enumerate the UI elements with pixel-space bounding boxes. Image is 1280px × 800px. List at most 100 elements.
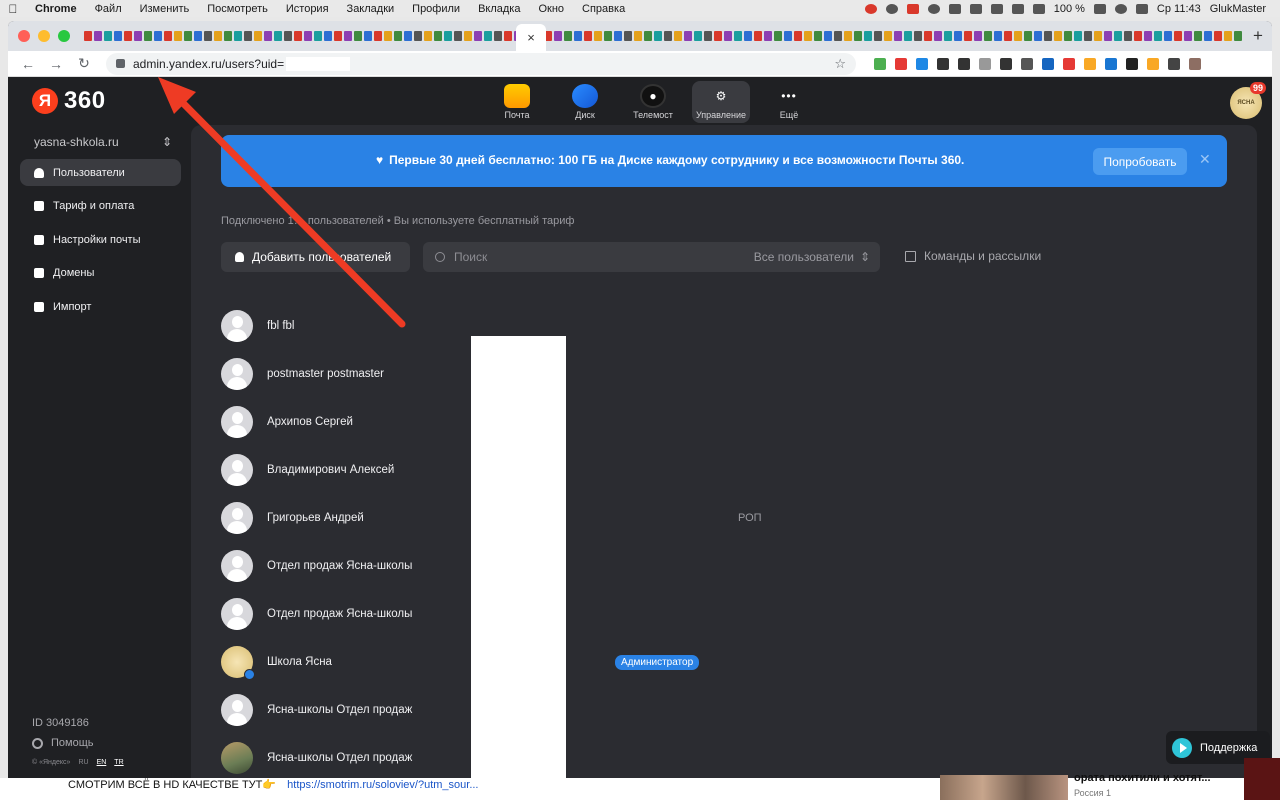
sidebar-item-mail-settings[interactable]: Настройки почты (20, 226, 181, 253)
pinned-tab-favicon[interactable] (654, 31, 662, 41)
pinned-tab-favicon[interactable] (364, 31, 372, 41)
pinned-tab-favicon[interactable] (884, 31, 892, 41)
extension-icon[interactable] (1063, 57, 1075, 70)
pinned-tab-favicon[interactable] (1214, 31, 1222, 41)
extension-icon[interactable] (1126, 57, 1138, 70)
back-icon[interactable]: ← (16, 56, 40, 72)
pinned-tab-favicon[interactable] (734, 31, 742, 41)
extension-icon[interactable] (1189, 57, 1201, 70)
pinned-tab-favicon[interactable] (784, 31, 792, 41)
pinned-tab-favicon[interactable] (234, 31, 242, 41)
code-icon[interactable] (990, 3, 1003, 14)
news-thumbnail[interactable] (940, 775, 1068, 800)
pinned-tab-favicon[interactable] (324, 31, 332, 41)
pinned-tab-favicon[interactable] (1054, 31, 1062, 41)
account-avatar[interactable]: ЯСНА 99 (1230, 82, 1266, 119)
pinned-tab-favicon[interactable] (164, 31, 172, 41)
pinned-tab-favicon[interactable] (634, 31, 642, 41)
menu-file[interactable]: Файл (86, 3, 131, 15)
pinned-tab-favicon[interactable] (1114, 31, 1122, 41)
new-tab-button[interactable]: + (1244, 26, 1272, 46)
pinned-tab-favicon[interactable] (1154, 31, 1162, 41)
notification-icon[interactable] (864, 3, 877, 14)
pinned-tab-favicon[interactable] (644, 31, 652, 41)
help-link[interactable]: Помощь (32, 737, 124, 749)
battery-percent[interactable]: 100 % (1054, 3, 1085, 15)
pinned-tab-favicon[interactable] (1134, 31, 1142, 41)
menu-window[interactable]: Окно (529, 3, 573, 15)
pinned-tab-favicon[interactable] (334, 31, 342, 41)
pinned-tab-favicon[interactable] (304, 31, 312, 41)
pinned-tab-favicon[interactable] (874, 31, 882, 41)
pinned-tab-favicon[interactable] (254, 31, 262, 41)
pinned-tab-favicon[interactable] (584, 31, 592, 41)
table-row[interactable]: Отдел продаж Ясна-школы (221, 542, 1227, 590)
pinned-tab-favicon[interactable] (104, 31, 112, 41)
pinned-tab-favicon[interactable] (264, 31, 272, 41)
sidebar-item-domains[interactable]: Домены (20, 260, 181, 287)
try-button[interactable]: Попробовать (1093, 148, 1187, 175)
table-row[interactable]: Архипов Сергей (221, 398, 1227, 446)
teams-link[interactable]: Команды и рассылки (905, 249, 1041, 263)
pinned-tab-favicon[interactable] (704, 31, 712, 41)
add-users-button[interactable]: Добавить пользователей (221, 242, 410, 272)
menu-history[interactable]: История (277, 3, 338, 15)
close-tab-icon[interactable]: × (527, 30, 535, 45)
pinned-tab-favicon[interactable] (1084, 31, 1092, 41)
pinned-tab-favicon[interactable] (1184, 31, 1192, 41)
pinned-tab-favicon[interactable] (1034, 31, 1042, 41)
pinned-tab-favicon[interactable] (714, 31, 722, 41)
service-mail[interactable]: Почта (488, 81, 546, 123)
pinned-tab-favicon[interactable] (114, 31, 122, 41)
extension-icon[interactable] (1000, 57, 1012, 70)
pinned-tab-favicon[interactable] (504, 31, 512, 41)
org-selector[interactable]: yasna-shkola.ru ⇕ (34, 135, 172, 149)
pinned-tab-favicon[interactable] (804, 31, 812, 41)
pinned-tab-favicon[interactable] (284, 31, 292, 41)
wifi-icon[interactable] (1011, 3, 1024, 14)
pinned-tab-favicon[interactable] (674, 31, 682, 41)
pinned-tab-favicon[interactable] (574, 31, 582, 41)
extension-icon[interactable] (1021, 57, 1033, 70)
pinned-tab-favicon[interactable] (754, 31, 762, 41)
pinned-tab-favicon[interactable] (434, 31, 442, 41)
pinned-tab-favicon[interactable] (274, 31, 282, 41)
pinned-tab-favicon[interactable] (474, 31, 482, 41)
users-filter-select[interactable]: Все пользователи ⇕ (754, 250, 870, 264)
menu-bookmarks[interactable]: Закладки (338, 3, 404, 15)
menubar-user[interactable]: GlukMaster (1210, 3, 1266, 15)
menu-edit[interactable]: Изменить (131, 3, 199, 15)
pinned-tab-favicon[interactable] (1014, 31, 1022, 41)
lang-en[interactable]: EN (97, 759, 107, 766)
pinned-tab-favicon[interactable] (824, 31, 832, 41)
bluetooth-icon[interactable] (948, 3, 961, 14)
pinned-tab-favicon[interactable] (694, 31, 702, 41)
menu-app-name[interactable]: Chrome (26, 3, 86, 15)
service-telemost[interactable]: ● Телемост (624, 81, 682, 123)
flag-icon[interactable] (969, 3, 982, 14)
pinned-tab-favicon[interactable] (794, 31, 802, 41)
pinned-tab-favicon[interactable] (774, 31, 782, 41)
pinned-tab-favicon[interactable] (844, 31, 852, 41)
pinned-tab-favicon[interactable] (144, 31, 152, 41)
volume-icon[interactable] (1032, 3, 1045, 14)
pinned-tab-favicon[interactable] (1044, 31, 1052, 41)
pinned-tab-favicon[interactable] (404, 31, 412, 41)
extension-icon[interactable] (937, 57, 949, 70)
pinned-tab-favicon[interactable] (94, 31, 102, 41)
pinned-tab-favicon[interactable] (494, 31, 502, 41)
pinned-tab-favicon[interactable] (614, 31, 622, 41)
address-url[interactable]: admin.yandex.ru/users?uid= (133, 57, 284, 71)
pinned-tab-favicon[interactable] (964, 31, 972, 41)
extension-icon[interactable] (979, 57, 991, 70)
sidebar-item-billing[interactable]: Тариф и оплата (20, 193, 181, 220)
pinned-tab-favicon[interactable] (1144, 31, 1152, 41)
pinned-tab-favicon[interactable] (384, 31, 392, 41)
pinned-tab-favicon[interactable] (1124, 31, 1132, 41)
pinned-tab-favicon[interactable] (724, 31, 732, 41)
pinned-tab-favicon[interactable] (1104, 31, 1112, 41)
extension-icon[interactable] (895, 57, 907, 70)
pinned-tab-favicon[interactable] (984, 31, 992, 41)
pinned-tab-favicon[interactable] (424, 31, 432, 41)
pinned-tab-favicon[interactable] (204, 31, 212, 41)
